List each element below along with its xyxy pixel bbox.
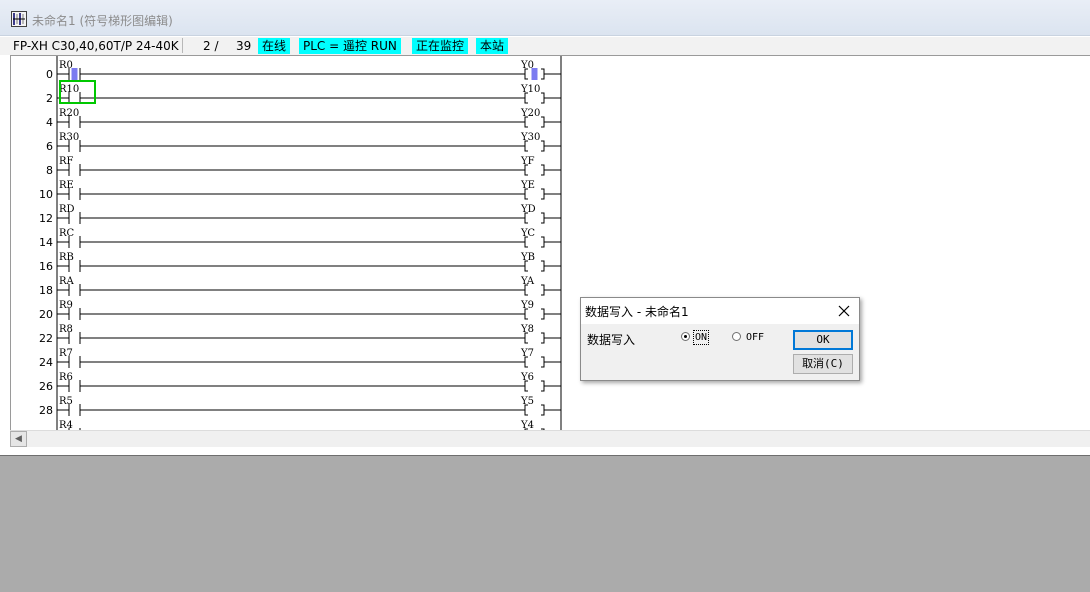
coil-bracket-right[interactable]	[541, 332, 545, 344]
coil-bracket-right[interactable]	[541, 164, 545, 176]
step-number: 4	[46, 116, 53, 129]
contact-label: RB	[59, 252, 74, 263]
coil-on-indicator	[531, 68, 538, 80]
radio-on[interactable]: ON	[681, 330, 710, 345]
data-write-dialog: 数据写入 - 未命名1 数据写入 ON OFF OK 取消(C)	[580, 297, 860, 381]
coil-bracket-right[interactable]	[541, 356, 545, 368]
step-number: 16	[39, 260, 53, 273]
step-number: 8	[46, 164, 53, 177]
coil-bracket-right[interactable]	[541, 260, 545, 272]
radio-off[interactable]: OFF	[732, 332, 764, 343]
radio-off-label: OFF	[746, 332, 765, 343]
contact-label: RD	[59, 204, 75, 215]
radio-on-label: ON	[692, 330, 710, 345]
contact-label: R7	[59, 348, 73, 359]
cancel-button[interactable]: 取消(C)	[793, 354, 853, 374]
coil-bracket-right[interactable]	[541, 404, 545, 416]
coil-bracket-right[interactable]	[541, 380, 545, 392]
radio-off-indicator[interactable]	[732, 332, 741, 341]
step-number: 20	[39, 308, 53, 321]
step-number: 2	[46, 92, 53, 105]
coil-bracket-right[interactable]	[541, 212, 545, 224]
step-number: 26	[39, 380, 53, 393]
app-icon	[11, 11, 27, 27]
contact-label: RA	[59, 276, 75, 287]
coil-bracket-right[interactable]	[541, 284, 545, 296]
coil-label: Y20	[520, 108, 540, 119]
coil-bracket-right[interactable]	[541, 308, 545, 320]
step-number: 12	[39, 212, 53, 225]
contact-label: R9	[59, 300, 73, 311]
online-badge: 在线	[258, 38, 291, 54]
step-number: 18	[39, 284, 53, 297]
coil-bracket-right[interactable]	[541, 92, 545, 104]
plc-model: FP-XH C30,40,60T/P 24-40K	[13, 39, 179, 53]
contact-label: RF	[59, 156, 74, 167]
step-number: 24	[39, 356, 53, 369]
scroll-left-icon[interactable]: ◀	[10, 431, 27, 447]
close-icon[interactable]	[836, 303, 852, 319]
contact-label: R6	[59, 372, 73, 383]
window-title: 未命名1 (符号梯形图编辑)	[32, 14, 173, 28]
contact-label: RE	[59, 180, 74, 191]
coil-bracket-right[interactable]	[541, 236, 545, 248]
step-number: 6	[46, 140, 53, 153]
coil-bracket-right[interactable]	[541, 68, 545, 80]
data-write-label: 数据写入	[587, 333, 636, 347]
status-bar: FP-XH C30,40,60T/P 24-40K 2 / 39 在线 PLC …	[0, 37, 1090, 55]
main-window: 未命名1 (符号梯形图编辑) FP-XH C30,40,60T/P 24-40K…	[0, 0, 1090, 456]
ladder-diagram[interactable]: 0R0 Y02R10 Y104R20 Y206R30 Y308RF YF10RE YE12R…	[11, 56, 1090, 431]
step-total: 39	[236, 39, 252, 53]
dialog-title-bar[interactable]: 数据写入 - 未命名1	[581, 298, 859, 324]
plc-mode-badge: PLC = 遥控 RUN	[299, 38, 401, 54]
coil-bracket-right[interactable]	[541, 140, 545, 152]
coil-label: Y10	[520, 84, 540, 95]
dialog-title: 数据写入 - 未命名1	[585, 305, 689, 319]
contact-label: R5	[59, 396, 73, 407]
title-bar[interactable]: 未命名1 (符号梯形图编辑)	[0, 0, 1090, 36]
contact-label: R0	[59, 60, 73, 71]
step-number: 22	[39, 332, 53, 345]
station-badge: 本站	[476, 38, 509, 54]
horizontal-scrollbar[interactable]: ◀	[10, 430, 1090, 447]
step-number: 28	[39, 404, 53, 417]
step-number: 10	[39, 188, 53, 201]
coil-bracket-right[interactable]	[541, 188, 545, 200]
step-number: 0	[46, 68, 53, 81]
coil-bracket-right[interactable]	[541, 116, 545, 128]
radio-on-indicator[interactable]	[681, 332, 690, 341]
contact-label: R8	[59, 324, 73, 335]
contact-on-indicator	[71, 68, 78, 80]
ladder-diagram-area[interactable]: 0 R0 Y0 2 R10 Y10 4 R20 Y20 6 R30 Y30 8 RF YF 10 RE YE 12 R…	[10, 55, 1090, 431]
step-position: 2 /	[203, 39, 219, 53]
contact-label: RC	[59, 228, 75, 239]
coil-label: Y30	[520, 132, 540, 143]
status-separator	[182, 38, 183, 53]
ok-button[interactable]: OK	[793, 330, 853, 350]
step-number: 14	[39, 236, 53, 249]
monitoring-badge: 正在监控	[412, 38, 469, 54]
